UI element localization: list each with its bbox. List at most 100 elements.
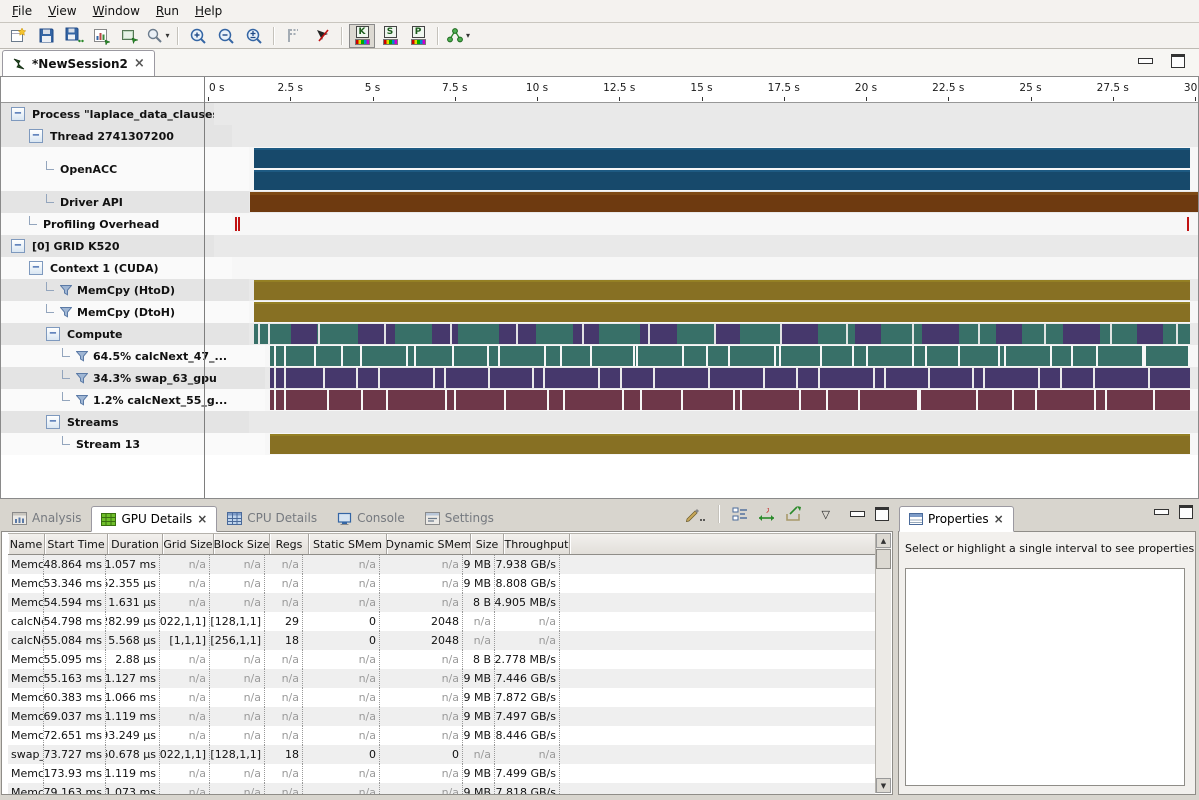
save-all-button[interactable]: [61, 24, 87, 48]
tree-row-label[interactable]: Driver API: [1, 191, 249, 213]
tree-row-label[interactable]: −Compute: [1, 323, 249, 345]
tree-row-label[interactable]: −[0] GRID K520: [1, 235, 214, 257]
caret-down-icon[interactable]: ▾: [165, 31, 169, 40]
collapse-toggle-icon[interactable]: −: [46, 327, 60, 341]
scroll-down-icon[interactable]: ▼: [876, 778, 891, 793]
table-row[interactable]: Memcpy179.163 ms1.073 msn/an/an/an/an/a9…: [8, 783, 875, 794]
column-header[interactable]: Static SMem: [309, 534, 387, 554]
export-table-icon[interactable]: [785, 506, 802, 522]
filter-icon[interactable]: [76, 395, 88, 406]
overhead-marker[interactable]: [238, 217, 240, 231]
overhead-marker[interactable]: [1187, 217, 1189, 231]
collapse-toggle-icon[interactable]: −: [46, 415, 60, 429]
memcpy-interval-bar[interactable]: [254, 302, 1190, 322]
timeline-row[interactable]: −Thread 2741307200: [1, 125, 1198, 147]
column-header[interactable]: Block Size: [214, 534, 270, 554]
tree-row-label[interactable]: Profiling Overhead: [1, 213, 232, 235]
analysis-tree-button[interactable]: ▾: [445, 24, 471, 48]
timeline-row[interactable]: Profiling Overhead: [1, 213, 1198, 235]
table-row[interactable]: calcNext154.798 ms282.99 µs[1022,1,1][12…: [8, 612, 875, 631]
table-scrollbar[interactable]: ▲ ▼: [875, 533, 891, 793]
table-row[interactable]: Memcpy153.346 ms62.355 µsn/an/an/an/an/a…: [8, 574, 875, 593]
timeline-row[interactable]: −Compute: [1, 323, 1198, 345]
column-header[interactable]: Dynamic SMem: [387, 534, 471, 554]
timeline-row[interactable]: 64.5% calcNext_47_...: [1, 345, 1198, 367]
tab-close-icon[interactable]: ×: [197, 512, 207, 526]
timeline-row[interactable]: 34.3% swap_63_gpu: [1, 367, 1198, 389]
tab-settings[interactable]: Settings: [415, 505, 504, 531]
tree-row-label[interactable]: −Context 1 (CUDA): [1, 257, 232, 279]
collapse-toggle-icon[interactable]: −: [11, 107, 25, 121]
tree-track-splitter[interactable]: [204, 77, 205, 498]
properties-close-icon[interactable]: ×: [994, 512, 1004, 526]
timeline-row[interactable]: −[0] GRID K520: [1, 235, 1198, 257]
stream-colors-button[interactable]: S: [377, 24, 403, 48]
kernel-interval-bar[interactable]: [270, 390, 1190, 410]
openacc-interval-bar[interactable]: [254, 170, 1190, 190]
tree-row-label[interactable]: 34.3% swap_63_gpu: [1, 367, 265, 389]
export-report-button[interactable]: [89, 24, 115, 48]
filter-icon[interactable]: [76, 351, 88, 362]
table-row[interactable]: Memcpy160.383 ms1.066 msn/an/an/an/an/a9…: [8, 688, 875, 707]
scroll-up-icon[interactable]: ▲: [876, 533, 891, 548]
tree-row-label[interactable]: Stream 13: [1, 433, 265, 455]
menu-file[interactable]: File: [4, 2, 40, 20]
tree-row-label[interactable]: MemCpy (DtoH): [1, 301, 249, 323]
layout-columns-icon[interactable]: [732, 507, 748, 522]
tab-analysis[interactable]: Analysis: [2, 505, 91, 531]
table-row[interactable]: Memcpy155.163 ms1.127 msn/an/an/an/an/a9…: [8, 669, 875, 688]
close-icon[interactable]: ×: [134, 57, 145, 70]
stream-interval-bar[interactable]: [270, 434, 1190, 454]
tree-row-label[interactable]: MemCpy (HtoD): [1, 279, 249, 301]
table-row[interactable]: Memcpy173.93 ms1.119 msn/an/an/an/an/a9 …: [8, 764, 875, 783]
properties-maximize-icon[interactable]: [1179, 505, 1193, 519]
timeline-row[interactable]: Driver API: [1, 191, 1198, 213]
menu-view[interactable]: View: [40, 2, 84, 20]
scrollbar-thumb[interactable]: [876, 549, 891, 569]
collapse-toggle-icon[interactable]: −: [29, 129, 43, 143]
details-maximize-icon[interactable]: [875, 507, 889, 521]
search-button[interactable]: ▾: [145, 24, 171, 48]
tree-row-label[interactable]: −Process "laplace_data_clauses 10...: [1, 103, 214, 125]
table-row[interactable]: Memcpy154.594 ms1.631 µsn/an/an/an/an/a8…: [8, 593, 875, 612]
process-colors-button[interactable]: P: [405, 24, 431, 48]
fit-columns-icon[interactable]: [758, 507, 775, 522]
table-row[interactable]: calcNext155.084 ms5.568 µs[1,1,1][256,1,…: [8, 631, 875, 650]
timeline-ruler[interactable]: 0 s2.5 s5 s7.5 s10 s12.5 s15 s17.5 s20 s…: [205, 77, 1198, 102]
memcpy-interval-bar[interactable]: [254, 280, 1190, 300]
tree-row-label[interactable]: −Thread 2741307200: [1, 125, 232, 147]
column-header[interactable]: Grid Size: [163, 534, 214, 554]
timeline-row[interactable]: −Streams: [1, 411, 1198, 433]
tree-row-label[interactable]: 64.5% calcNext_47_...: [1, 345, 265, 367]
timeline-track[interactable]: [249, 279, 1198, 301]
timeline-track[interactable]: [265, 433, 1198, 455]
compute-interval-bar[interactable]: [254, 324, 1190, 344]
collapse-toggle-icon[interactable]: −: [29, 261, 43, 275]
timeline-track[interactable]: [232, 213, 1198, 235]
snap-arrow-button[interactable]: [309, 24, 335, 48]
maximize-icon[interactable]: [1171, 54, 1185, 68]
timeline-row[interactable]: 1.2% calcNext_55_g...: [1, 389, 1198, 411]
view-menu-icon[interactable]: ▽: [812, 508, 840, 521]
timeline-track[interactable]: [232, 125, 1198, 147]
column-header[interactable]: Duration: [108, 534, 163, 554]
menu-run[interactable]: Run: [148, 2, 187, 20]
column-header[interactable]: Throughput: [504, 534, 570, 554]
kernel-colors-button[interactable]: K: [349, 24, 375, 48]
tab-console[interactable]: Console: [327, 505, 415, 531]
collapse-toggle-icon[interactable]: −: [11, 239, 25, 253]
zoom-in-button[interactable]: [185, 24, 211, 48]
kernel-interval-bar[interactable]: [270, 368, 1190, 388]
table-row[interactable]: Memcpy155.095 ms2.88 µsn/an/an/an/an/a8 …: [8, 650, 875, 669]
timeline-row[interactable]: MemCpy (DtoH): [1, 301, 1198, 323]
export-image-button[interactable]: [117, 24, 143, 48]
table-row[interactable]: Memcpy148.864 ms1.057 msn/an/an/an/an/a9…: [8, 555, 875, 574]
timeline-row[interactable]: −Process "laplace_data_clauses 10...: [1, 103, 1198, 125]
timeline-row[interactable]: −Context 1 (CUDA): [1, 257, 1198, 279]
timeline-track[interactable]: [249, 301, 1198, 323]
column-header[interactable]: Start Time: [45, 534, 108, 554]
tab-cpu-details[interactable]: CPU Details: [217, 505, 327, 531]
timeline-track[interactable]: [249, 191, 1198, 213]
tab-properties[interactable]: Properties ×: [899, 506, 1014, 532]
column-header[interactable]: Name: [8, 534, 45, 554]
